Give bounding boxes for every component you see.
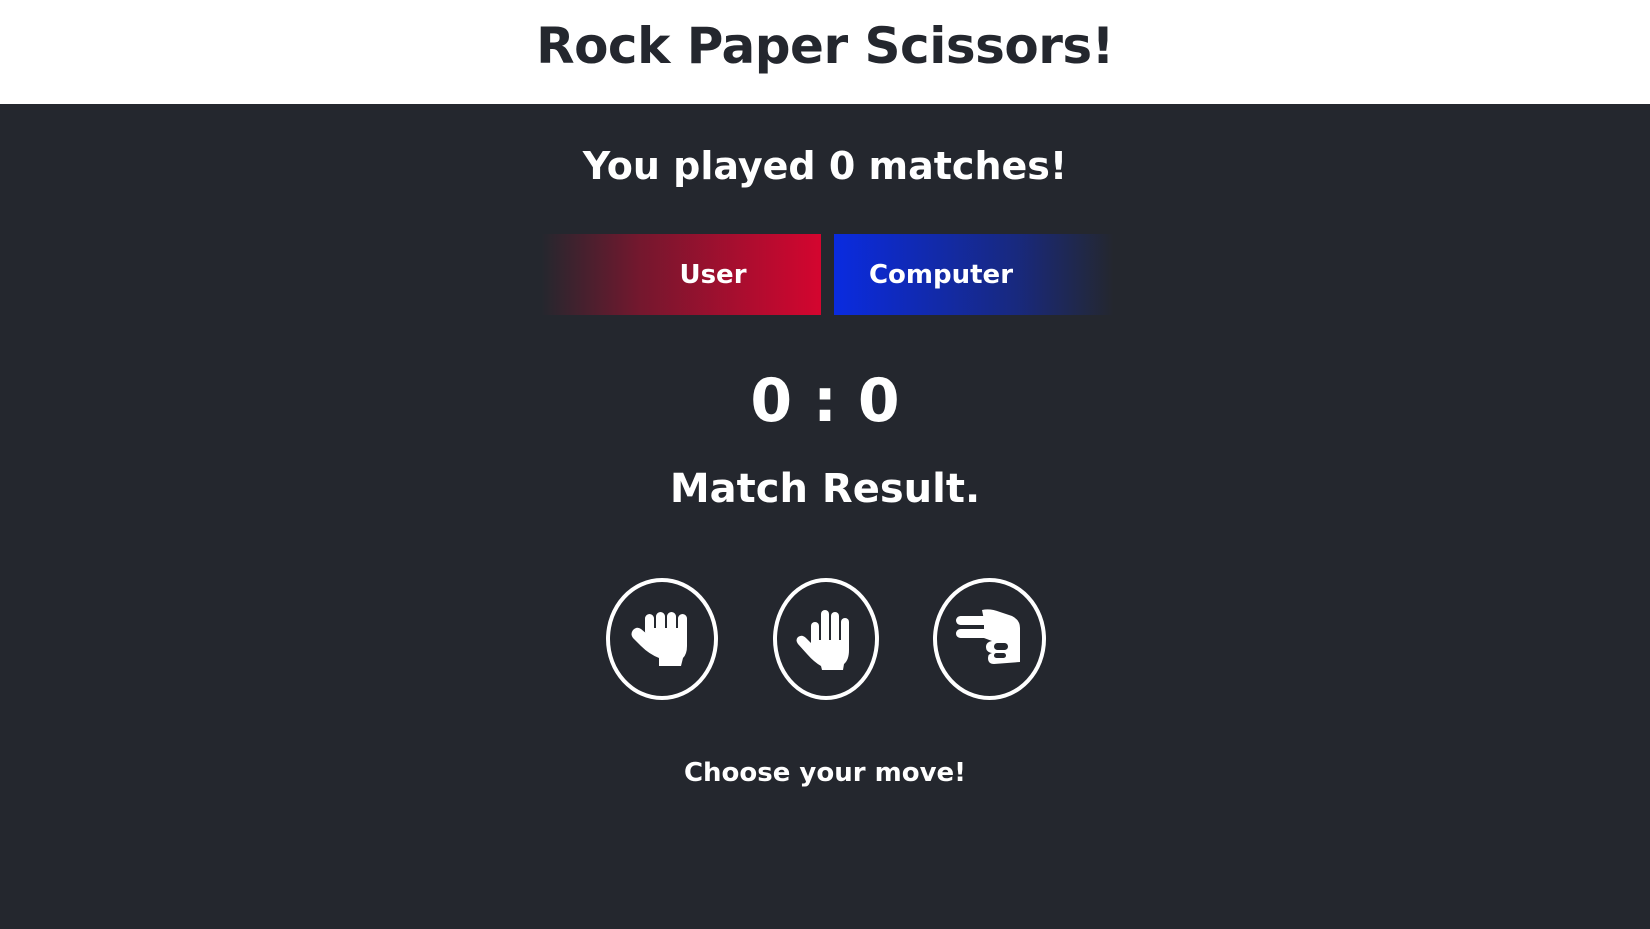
scissors-hand-icon — [955, 609, 1020, 664]
user-label: User — [679, 259, 747, 290]
fist-icon — [631, 612, 687, 666]
user-badge: User — [541, 234, 821, 315]
match-result-text: Match Result. — [669, 466, 981, 512]
game-area: You played 0 matches! User Computer 0 : … — [0, 104, 1650, 929]
app-header: Rock Paper Scissors! — [0, 0, 1650, 104]
scissors-button[interactable] — [933, 578, 1046, 700]
matches-played-text: You played 0 matches! — [582, 144, 1068, 188]
choose-move-prompt: Choose your move! — [683, 758, 967, 788]
page-title: Rock Paper Scissors! — [536, 17, 1114, 75]
computer-label: Computer — [868, 259, 1014, 290]
scoreboard: 0 : 0 — [750, 366, 900, 436]
open-hand-icon — [796, 610, 849, 670]
computer-badge: Computer — [834, 234, 1114, 315]
rock-button[interactable] — [606, 578, 718, 700]
paper-button[interactable] — [773, 578, 879, 700]
